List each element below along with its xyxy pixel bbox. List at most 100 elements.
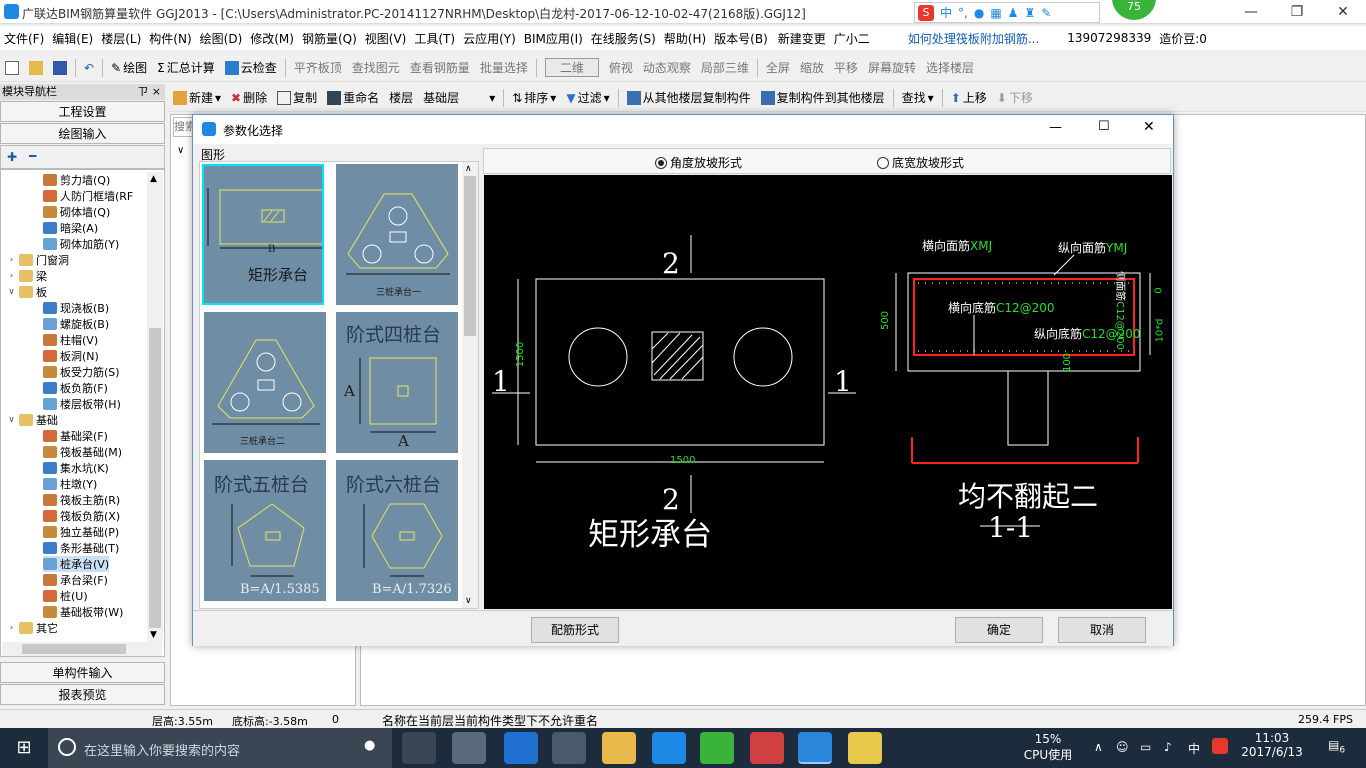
- close-button[interactable]: ✕: [1320, 0, 1366, 24]
- open-file-icon[interactable]: [24, 60, 48, 75]
- active-app-icon[interactable]: [798, 732, 832, 764]
- tree-item[interactable]: ∨ 板: [7, 284, 47, 300]
- move-up-button[interactable]: ⬆ 上移: [946, 89, 992, 106]
- tree-expand-icon[interactable]: ∨: [7, 287, 16, 297]
- view-mode-select[interactable]: 二维: [540, 58, 604, 77]
- local-3d-button[interactable]: 局部三维: [696, 59, 754, 76]
- thumb-step-four-pile[interactable]: 阶式四桩台 A A: [336, 312, 458, 453]
- tree-item[interactable]: 楼层板带(H): [43, 396, 121, 412]
- glodon-icon[interactable]: [652, 732, 686, 764]
- notification-icon[interactable]: ▤6: [1328, 738, 1345, 755]
- radio-bottom-width-slope[interactable]: 底宽放坡形式: [877, 154, 964, 171]
- delete-button[interactable]: ✖ 删除: [226, 89, 272, 106]
- tree-item[interactable]: 砌体墙(Q): [43, 204, 110, 220]
- menu-bim[interactable]: BIM应用(I): [520, 30, 587, 47]
- filter-button[interactable]: ▼ 过滤 ▾: [561, 89, 614, 106]
- tree-item[interactable]: ∨ 基础: [7, 412, 58, 428]
- tree-item[interactable]: 现浇板(B): [43, 300, 109, 316]
- tree-item[interactable]: 筏板基础(M): [43, 444, 122, 460]
- orbit-button[interactable]: 动态观察: [638, 59, 696, 76]
- tree-expand-icon[interactable]: ›: [7, 271, 16, 281]
- tree-item[interactable]: 柱帽(V): [43, 332, 98, 348]
- tree-item[interactable]: 板受力筋(S): [43, 364, 120, 380]
- copy-button[interactable]: 复制: [272, 89, 322, 106]
- menu-version[interactable]: 版本号(B): [710, 30, 772, 47]
- edge-icon[interactable]: [504, 732, 538, 764]
- select-floor-button[interactable]: 选择楼层: [921, 59, 979, 76]
- cloud-check-button[interactable]: 云检查: [220, 59, 282, 76]
- zoom-button[interactable]: 缩放: [795, 59, 829, 76]
- collapse-all-icon[interactable]: ━: [29, 149, 36, 163]
- menu-assistant[interactable]: 广小二: [830, 30, 874, 47]
- tree-item[interactable]: 板负筋(F): [43, 380, 108, 396]
- store-icon[interactable]: [552, 732, 586, 764]
- tree-item[interactable]: 剪力墙(Q): [43, 172, 110, 188]
- green-app-icon[interactable]: [700, 732, 734, 764]
- tree-item[interactable]: 承台梁(F): [43, 572, 108, 588]
- tree-item[interactable]: 桩承台(V): [43, 556, 110, 572]
- tree-expand-icon[interactable]: ›: [7, 623, 16, 633]
- taskbar-search[interactable]: 在这里输入你要搜索的内容 ●: [48, 728, 392, 768]
- tree-item[interactable]: 螺旋板(B): [43, 316, 109, 332]
- dialog-minimize-button[interactable]: —: [1049, 120, 1062, 135]
- tree-item[interactable]: 独立基础(P): [43, 524, 119, 540]
- align-slab-top-button[interactable]: 平齐板顶: [289, 59, 347, 76]
- tree-item[interactable]: 人防门框墙(RF: [43, 188, 133, 204]
- pin-close-icon[interactable]: ㄗ ×: [137, 84, 161, 100]
- project-settings-button[interactable]: 工程设置: [0, 101, 165, 122]
- thumb-rect-pile-cap[interactable]: B 矩形承台: [202, 164, 324, 305]
- fullscreen-button[interactable]: 全屏: [761, 59, 795, 76]
- rebar-form-button[interactable]: 配筋形式: [531, 617, 619, 643]
- thumb-step-five-pile[interactable]: 阶式五桩台 B=A/1.5385: [204, 460, 326, 601]
- thumb-scrollbar[interactable]: ∧ ∨: [462, 162, 478, 608]
- tree-item[interactable]: › 门窗洞: [7, 252, 69, 268]
- tray-sogou-icon[interactable]: [1212, 738, 1228, 754]
- menu-rebar[interactable]: 钢筋量(Q): [298, 30, 361, 47]
- menu-help[interactable]: 帮助(H): [660, 30, 710, 47]
- find-element-button[interactable]: 查找图元: [347, 59, 405, 76]
- menu-floor[interactable]: 楼层(L): [97, 30, 145, 47]
- thumb-step-six-pile[interactable]: 阶式六桩台 B=A/1.7326: [336, 460, 458, 601]
- drawing-input-button[interactable]: 绘图输入: [0, 123, 165, 144]
- menu-draw[interactable]: 绘图(D): [196, 30, 247, 47]
- menu-edit[interactable]: 编辑(E): [48, 30, 97, 47]
- menu-tools[interactable]: 工具(T): [410, 30, 459, 47]
- chevron-down-icon[interactable]: ∨: [177, 145, 184, 156]
- minimize-button[interactable]: —: [1228, 0, 1274, 24]
- ok-button[interactable]: 确定: [955, 617, 1043, 643]
- tree-vscroll[interactable]: ▲ ▼: [147, 172, 163, 642]
- thumb-three-pile-cap-1[interactable]: 三桩承台一: [336, 164, 458, 305]
- copy-to-floor-button[interactable]: 复制构件到其他楼层: [756, 89, 890, 106]
- glodon-red-icon[interactable]: [750, 732, 784, 764]
- tree-item[interactable]: 砌体加筋(Y): [43, 236, 119, 252]
- radio-angle-slope[interactable]: 角度放坡形式: [655, 154, 742, 171]
- undo-icon[interactable]: ↶: [79, 61, 99, 75]
- new-file-icon[interactable]: [0, 60, 24, 75]
- volume-icon[interactable]: ♪: [1164, 740, 1172, 754]
- rotate-button[interactable]: 屏幕旋转: [863, 59, 921, 76]
- menu-component[interactable]: 构件(N): [145, 30, 195, 47]
- report-preview-button[interactable]: 报表预览: [0, 684, 165, 705]
- tree-item[interactable]: 基础梁(F): [43, 428, 108, 444]
- expand-all-icon[interactable]: ✚: [7, 150, 17, 164]
- tray-person-icon[interactable]: ☺: [1116, 740, 1129, 754]
- menu-view[interactable]: 视图(V): [361, 30, 411, 47]
- tray-ime[interactable]: 中: [1188, 740, 1200, 757]
- new-button[interactable]: 新建 ▾: [168, 89, 226, 106]
- tree-hscroll[interactable]: [2, 642, 162, 656]
- floor-select[interactable]: 基础层 ▾: [418, 89, 500, 106]
- tree-item[interactable]: 条形基础(T): [43, 540, 119, 556]
- score-badge[interactable]: 75: [1112, 0, 1156, 20]
- tray-arrow-icon[interactable]: ∧: [1094, 740, 1103, 754]
- menu-question-link[interactable]: 如何处理筏板附加钢筋...: [904, 30, 1043, 47]
- menu-cloud[interactable]: 云应用(Y): [459, 30, 520, 47]
- cancel-button[interactable]: 取消: [1058, 617, 1146, 643]
- tree-item[interactable]: 筏板负筋(X): [43, 508, 120, 524]
- restore-button[interactable]: ❐: [1274, 0, 1320, 24]
- tree-item[interactable]: › 其它: [7, 620, 58, 636]
- tree-item[interactable]: 暗梁(A): [43, 220, 98, 236]
- tree-expand-icon[interactable]: ›: [7, 255, 16, 265]
- menu-new-change[interactable]: 新建变更: [774, 30, 830, 47]
- batch-select-button[interactable]: 批量选择: [475, 59, 533, 76]
- tree-item[interactable]: 筏板主筋(R): [43, 492, 120, 508]
